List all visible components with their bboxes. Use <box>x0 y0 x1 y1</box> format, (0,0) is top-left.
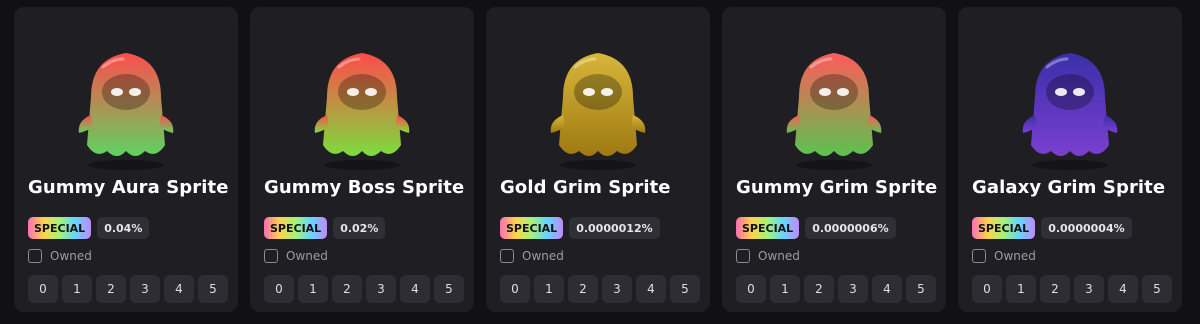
level-button-4[interactable]: 4 <box>872 275 902 303</box>
level-button-5[interactable]: 5 <box>434 275 464 303</box>
level-button-5[interactable]: 5 <box>906 275 936 303</box>
level-button-2[interactable]: 2 <box>1040 275 1070 303</box>
level-button-1[interactable]: 1 <box>62 275 92 303</box>
special-badge: SPECIAL <box>736 217 800 239</box>
level-button-3[interactable]: 3 <box>602 275 632 303</box>
gummy-boss-sprite-icon <box>314 53 410 170</box>
sprite-name: Gummy Grim Sprite <box>736 177 938 198</box>
sprite-card-grid: Gummy Aura Sprite SPECIAL 0.04% Owned 01… <box>14 7 1182 312</box>
level-button-4[interactable]: 4 <box>636 275 666 303</box>
owned-toggle[interactable]: Owned <box>500 249 564 263</box>
owned-checkbox[interactable] <box>500 249 514 263</box>
level-button-3[interactable]: 3 <box>130 275 160 303</box>
level-button-4[interactable]: 4 <box>400 275 430 303</box>
level-selector: 012345 <box>264 275 464 303</box>
badge-row: SPECIAL 0.04% <box>28 217 150 239</box>
owned-label: Owned <box>758 249 800 263</box>
sprite-card: Gold Grim Sprite SPECIAL 0.0000012% Owne… <box>486 7 710 312</box>
gold-grim-sprite-icon <box>550 53 646 170</box>
sprite-card: Gummy Aura Sprite SPECIAL 0.04% Owned 01… <box>14 7 238 312</box>
level-button-2[interactable]: 2 <box>332 275 362 303</box>
owned-checkbox[interactable] <box>972 249 986 263</box>
level-button-2[interactable]: 2 <box>96 275 126 303</box>
special-badge: SPECIAL <box>972 217 1036 239</box>
sprite-name: Gummy Aura Sprite <box>28 177 229 198</box>
sprite-name: Galaxy Grim Sprite <box>972 177 1166 198</box>
level-selector: 012345 <box>972 275 1172 303</box>
galaxy-grim-sprite-icon <box>1022 53 1118 170</box>
sprite-name: Gold Grim Sprite <box>500 177 671 198</box>
sprite-card: Galaxy Grim Sprite SPECIAL 0.0000004% Ow… <box>958 7 1182 312</box>
rarity-badge: 0.0000004% <box>1041 217 1132 239</box>
rarity-badge: 0.04% <box>97 217 150 239</box>
badge-row: SPECIAL 0.02% <box>264 217 386 239</box>
level-button-0[interactable]: 0 <box>736 275 766 303</box>
sprite-name: Gummy Boss Sprite <box>264 177 465 198</box>
level-button-5[interactable]: 5 <box>1142 275 1172 303</box>
level-button-1[interactable]: 1 <box>534 275 564 303</box>
rarity-badge: 0.0000006% <box>805 217 896 239</box>
level-button-2[interactable]: 2 <box>568 275 598 303</box>
owned-toggle[interactable]: Owned <box>972 249 1036 263</box>
special-badge: SPECIAL <box>28 217 92 239</box>
level-selector: 012345 <box>736 275 936 303</box>
level-selector: 012345 <box>500 275 700 303</box>
level-button-1[interactable]: 1 <box>770 275 800 303</box>
level-button-2[interactable]: 2 <box>804 275 834 303</box>
owned-checkbox[interactable] <box>264 249 278 263</box>
level-button-0[interactable]: 0 <box>500 275 530 303</box>
owned-label: Owned <box>994 249 1036 263</box>
owned-toggle[interactable]: Owned <box>264 249 328 263</box>
level-button-3[interactable]: 3 <box>1074 275 1104 303</box>
level-button-1[interactable]: 1 <box>298 275 328 303</box>
level-button-3[interactable]: 3 <box>838 275 868 303</box>
owned-checkbox[interactable] <box>736 249 750 263</box>
owned-label: Owned <box>50 249 92 263</box>
level-button-0[interactable]: 0 <box>972 275 1002 303</box>
rarity-badge: 0.02% <box>333 217 386 239</box>
rarity-badge: 0.0000012% <box>569 217 660 239</box>
level-button-0[interactable]: 0 <box>28 275 58 303</box>
level-button-5[interactable]: 5 <box>670 275 700 303</box>
gummy-aura-sprite-icon <box>78 53 174 170</box>
gummy-grim-sprite-icon <box>786 53 882 170</box>
owned-label: Owned <box>286 249 328 263</box>
sprite-card: Gummy Boss Sprite SPECIAL 0.02% Owned 01… <box>250 7 474 312</box>
level-button-1[interactable]: 1 <box>1006 275 1036 303</box>
badge-row: SPECIAL 0.0000006% <box>736 217 896 239</box>
special-badge: SPECIAL <box>264 217 328 239</box>
owned-checkbox[interactable] <box>28 249 42 263</box>
level-button-4[interactable]: 4 <box>164 275 194 303</box>
badge-row: SPECIAL 0.0000004% <box>972 217 1132 239</box>
level-button-5[interactable]: 5 <box>198 275 228 303</box>
owned-label: Owned <box>522 249 564 263</box>
level-button-3[interactable]: 3 <box>366 275 396 303</box>
level-selector: 012345 <box>28 275 228 303</box>
level-button-4[interactable]: 4 <box>1108 275 1138 303</box>
owned-toggle[interactable]: Owned <box>28 249 92 263</box>
special-badge: SPECIAL <box>500 217 564 239</box>
owned-toggle[interactable]: Owned <box>736 249 800 263</box>
badge-row: SPECIAL 0.0000012% <box>500 217 660 239</box>
sprite-card: Gummy Grim Sprite SPECIAL 0.0000006% Own… <box>722 7 946 312</box>
level-button-0[interactable]: 0 <box>264 275 294 303</box>
